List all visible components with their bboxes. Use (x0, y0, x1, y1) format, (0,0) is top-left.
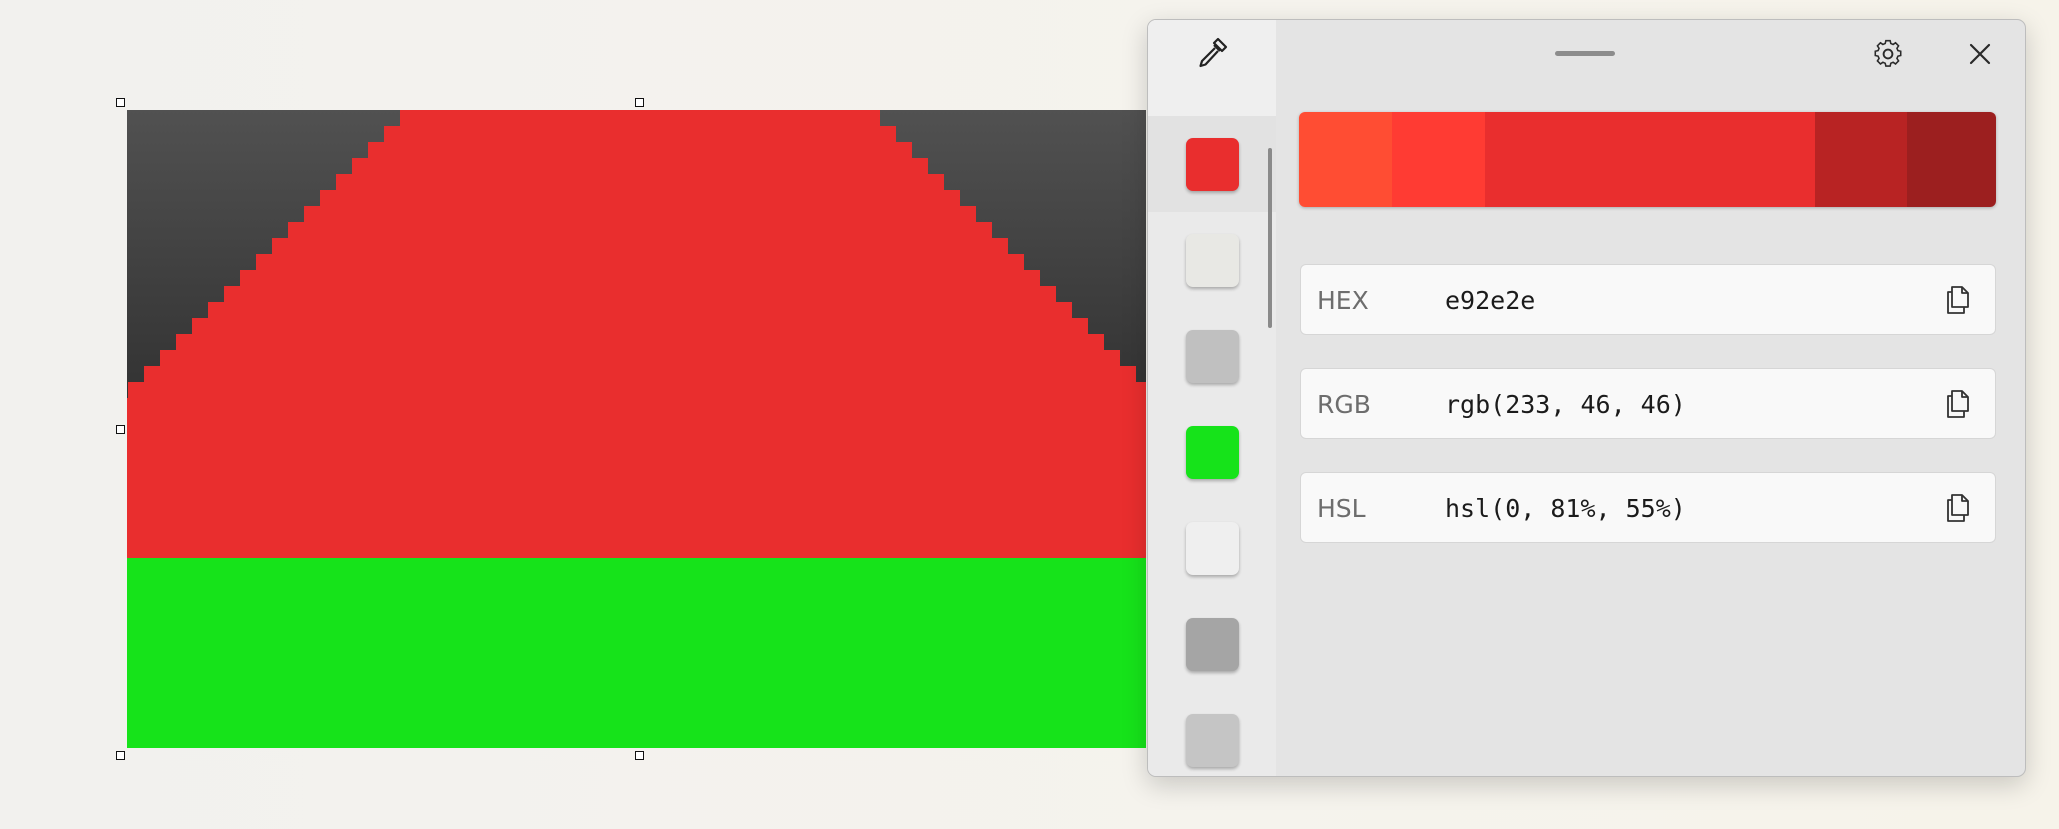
format-label: RGB (1317, 390, 1371, 419)
resize-handle-bottom-left[interactable] (116, 751, 125, 760)
shade-swatch[interactable] (1299, 112, 1392, 207)
resize-handle-top-left[interactable] (116, 98, 125, 107)
red-step (127, 430, 1146, 447)
red-step (127, 542, 1146, 559)
red-step (127, 398, 1146, 415)
copy-icon[interactable] (1939, 489, 1977, 527)
red-step (176, 334, 1104, 351)
shade-strip (1299, 112, 1996, 207)
image-content (127, 110, 1146, 748)
red-step (160, 350, 1120, 367)
format-row-hsl: HSL hsl(0, 81%, 55%) (1300, 472, 1996, 543)
red-step (127, 478, 1146, 495)
format-label: HSL (1317, 494, 1366, 523)
resize-handle-bottom-center[interactable] (635, 751, 644, 760)
red-step (192, 318, 1088, 335)
drag-handle[interactable] (1555, 51, 1615, 56)
format-value[interactable]: hsl(0, 81%, 55%) (1445, 473, 1686, 544)
history-swatch[interactable] (1186, 522, 1239, 575)
red-step (384, 126, 896, 143)
resize-handle-top-center[interactable] (635, 98, 644, 107)
red-step (127, 414, 1146, 431)
red-step (304, 206, 976, 223)
format-label: HEX (1317, 286, 1369, 315)
red-step (240, 270, 1040, 287)
red-step (320, 190, 960, 207)
format-row-rgb: RGB rgb(233, 46, 46) (1300, 368, 1996, 439)
red-step (127, 510, 1146, 527)
resize-handle-middle-left[interactable] (116, 425, 125, 434)
copy-icon[interactable] (1939, 385, 1977, 423)
shade-swatch[interactable] (1815, 112, 1907, 207)
red-step (144, 366, 1136, 383)
close-icon[interactable] (1959, 33, 2001, 75)
red-step (127, 494, 1146, 511)
color-picker-panel: HEX e92e2e RGB rgb(233, 46, 46) HSL hsl(0, 81… (1147, 19, 2026, 777)
red-step (128, 382, 1146, 399)
shade-swatch[interactable] (1907, 112, 1996, 207)
copy-icon[interactable] (1939, 281, 1977, 319)
red-step (127, 462, 1146, 479)
shade-current[interactable] (1485, 112, 1815, 207)
red-step (368, 142, 912, 159)
red-step (288, 222, 992, 239)
history-swatch[interactable] (1186, 426, 1239, 479)
red-step (352, 158, 928, 175)
format-value[interactable]: rgb(233, 46, 46) (1445, 369, 1686, 440)
format-row-hex: HEX e92e2e (1300, 264, 1996, 335)
history-swatch[interactable] (1186, 714, 1239, 767)
red-step (127, 446, 1146, 463)
red-step (400, 110, 880, 127)
red-step (256, 254, 1024, 271)
red-step (224, 286, 1056, 303)
red-step (208, 302, 1072, 319)
format-value[interactable]: e92e2e (1445, 265, 1535, 336)
shade-swatch[interactable] (1392, 112, 1485, 207)
history-swatch[interactable] (1186, 234, 1239, 287)
red-step (272, 238, 1008, 255)
history-swatch[interactable] (1186, 330, 1239, 383)
eyedropper-icon[interactable] (1194, 35, 1230, 71)
red-step (127, 526, 1146, 543)
history-swatch[interactable] (1186, 618, 1239, 671)
history-swatch[interactable] (1186, 138, 1239, 191)
history-scrollbar[interactable] (1268, 148, 1272, 328)
gear-icon[interactable] (1867, 33, 1909, 75)
selected-image[interactable] (127, 110, 1146, 748)
green-band (127, 558, 1146, 748)
color-history-rail (1148, 20, 1276, 776)
red-step (336, 174, 944, 191)
